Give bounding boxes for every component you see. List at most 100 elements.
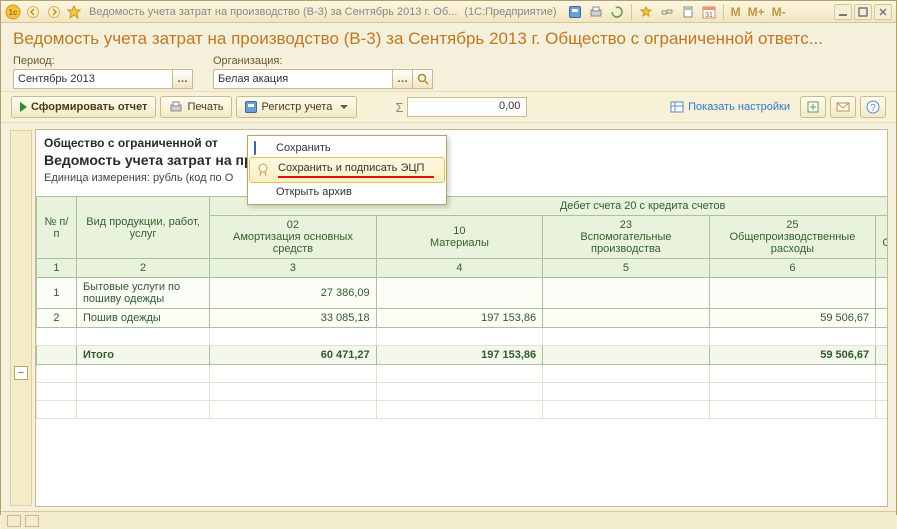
refresh-icon[interactable] (608, 4, 626, 20)
cell-value (543, 278, 710, 309)
cell-blank (376, 328, 543, 346)
table-scroll[interactable]: № п/п Вид продукции, работ, услуг Дебет … (36, 196, 887, 506)
cell-blank (76, 401, 209, 419)
print-icon[interactable] (587, 4, 605, 20)
favorite-icon[interactable] (66, 4, 82, 20)
menu-save[interactable]: Сохранить (248, 138, 446, 158)
separator-icon (723, 4, 724, 20)
svg-text:31: 31 (705, 12, 713, 19)
cell-blank (210, 365, 377, 383)
table-row[interactable]: 2Пошив одежды33 085,18197 153,8659 506,6… (37, 309, 888, 328)
cell-blank (376, 383, 543, 401)
print-button[interactable]: Печать (160, 96, 232, 118)
cell-blank (709, 328, 876, 346)
col-index: 1 (37, 259, 77, 278)
col-index: 6 (709, 259, 876, 278)
col-prod: Вид продукции, работ, услуг (76, 197, 209, 259)
save-icon[interactable] (566, 4, 584, 20)
menu-open-archive[interactable]: Открыть архив (248, 182, 446, 202)
maximize-button[interactable] (854, 4, 872, 20)
cell-blank (543, 328, 710, 346)
star-icon[interactable] (637, 4, 655, 20)
table-row[interactable]: 1Бытовые услуги по пошиву одежды27 386,0… (37, 278, 888, 309)
org-picker-button[interactable]: … (393, 69, 413, 89)
col-index: 7 (876, 259, 887, 278)
collapse-toggle[interactable]: − (14, 366, 28, 380)
cell-blank (709, 365, 876, 383)
table-row-blank (37, 365, 888, 383)
menu-save-sign-label: Сохранить и подписать ЭЦП (278, 162, 424, 174)
nav-back-button[interactable] (24, 4, 42, 20)
cell-blank (543, 383, 710, 401)
minimize-button[interactable] (834, 4, 852, 20)
cell-blank (76, 383, 209, 401)
close-button[interactable] (874, 4, 892, 20)
form-report-button[interactable]: Сформировать отчет (11, 96, 156, 118)
app-logo-icon: 1c (5, 4, 21, 20)
report-panel: − Общество с ограниченной от Ведомость у… (35, 129, 888, 507)
disk-icon (254, 142, 268, 156)
cell-blank (37, 328, 77, 346)
settings-table-icon (670, 100, 684, 114)
export-button[interactable] (800, 96, 826, 118)
svg-text:1c: 1c (9, 8, 18, 17)
memory-m-button[interactable]: M (729, 5, 743, 19)
cell-total-value (37, 346, 77, 365)
cell-blank (76, 365, 209, 383)
calendar-icon[interactable]: 31 (700, 4, 718, 20)
col-index: 4 (376, 259, 543, 278)
register-dropdown-button[interactable]: Регистр учета (236, 96, 357, 118)
cell-blank (210, 383, 377, 401)
help-button[interactable]: ? (860, 96, 886, 118)
col-num: № п/п (37, 197, 77, 259)
menu-save-sign[interactable]: Сохранить и подписать ЭЦП (249, 157, 445, 183)
status-cell-2 (25, 515, 39, 527)
cell-value (876, 278, 887, 309)
col-header: 23Вспомогательные производства (543, 216, 710, 259)
cell-blank (543, 365, 710, 383)
cell-blank (376, 401, 543, 419)
outline-gutter: − (10, 130, 32, 506)
cell-total-value: 59 506,67 (709, 346, 876, 365)
sum-display: 0,00 (407, 97, 527, 117)
table-row-blank (37, 401, 888, 419)
calc-icon[interactable] (679, 4, 697, 20)
page-title: Ведомость учета затрат на производство (… (1, 23, 896, 51)
show-settings-label: Показать настройки (688, 101, 790, 113)
cell-value (543, 309, 710, 328)
cell-total-value (543, 346, 710, 365)
cell-total-value: 60 471,27 (210, 346, 377, 365)
window-suffix: (1С:Предприятие) (464, 6, 556, 18)
cell-blank (876, 401, 887, 419)
nav-fwd-button[interactable] (45, 4, 63, 20)
period-label: Период: (13, 55, 193, 67)
memory-mplus-button[interactable]: M+ (746, 5, 767, 19)
show-settings-button[interactable]: Показать настройки (664, 96, 796, 118)
cell-blank (37, 383, 77, 401)
period-input[interactable] (13, 69, 173, 89)
cell-blank (210, 401, 377, 419)
cell-value: 33 085,18 (210, 309, 377, 328)
col-header: 10Материалы (376, 216, 543, 259)
cell-value: 59 506,67 (709, 309, 876, 328)
cell-value (876, 309, 887, 328)
cell-blank (709, 383, 876, 401)
email-button[interactable] (830, 96, 856, 118)
report-title-line: Ведомость учета затрат на пр нтябрь 2013… (44, 152, 879, 168)
col-index: 2 (76, 259, 209, 278)
table-row-blank (37, 383, 888, 401)
col-index: 3 (210, 259, 377, 278)
link-icon[interactable] (658, 4, 676, 20)
period-picker-button[interactable]: … (173, 69, 193, 89)
menu-open-archive-label: Открыть архив (276, 186, 352, 198)
cell-blank (709, 401, 876, 419)
cell-total-value: 197 153,86 (376, 346, 543, 365)
cell-blank (376, 365, 543, 383)
toolbar: Сформировать отчет Печать Регистр учета … (1, 91, 896, 123)
col-header: 26Общехозяйственные расходы (876, 216, 887, 259)
memory-mminus-button[interactable]: M- (770, 5, 788, 19)
org-input[interactable] (213, 69, 393, 89)
cell-blank (76, 328, 209, 346)
status-bar (1, 511, 896, 529)
org-search-button[interactable] (413, 69, 433, 89)
